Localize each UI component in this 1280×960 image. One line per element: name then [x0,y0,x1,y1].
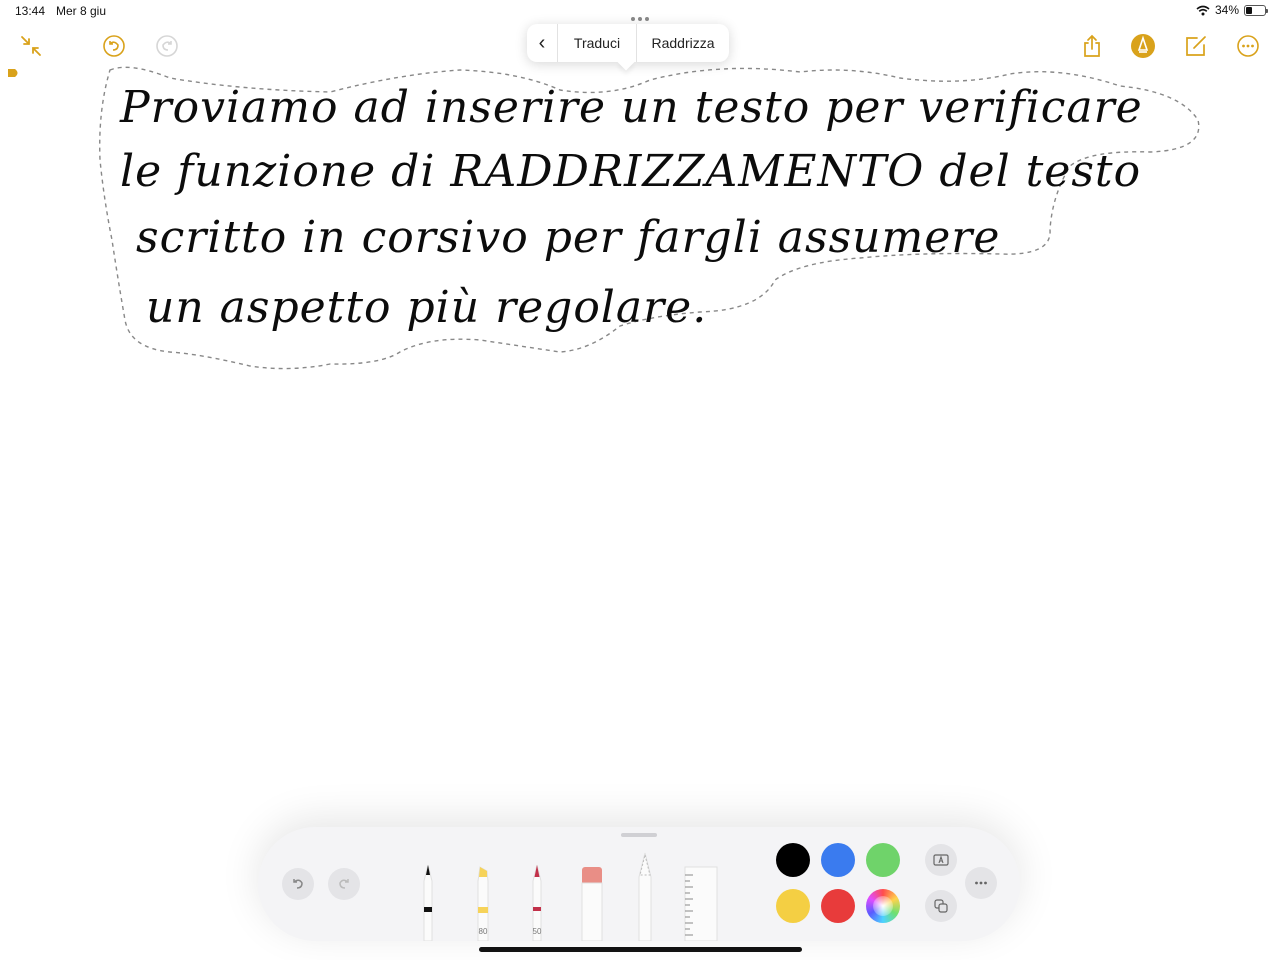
palette-more-button[interactable] [965,867,997,899]
handwriting-line-2[interactable]: le funzione di RADDRIZZAMENTO del testo [120,146,1141,197]
handwriting-line-1[interactable]: Proviamo ad inserire un testo per verifi… [120,82,1143,133]
shapes-button[interactable] [925,890,957,922]
shapes-icon [934,899,948,913]
color-blue-swatch[interactable] [821,843,855,877]
handwriting-line-3[interactable]: scritto in corsivo per fargli assumere [136,212,1000,263]
ellipsis-icon [975,881,987,885]
handwriting-line-4[interactable]: un aspetto più regolare. [146,282,707,333]
translate-button[interactable]: Traduci [557,24,636,62]
home-indicator[interactable] [479,947,802,952]
eraser-tool[interactable] [580,861,604,941]
straighten-button[interactable]: Raddrizza [636,24,729,62]
highlighter-opacity-label: 80 [478,927,488,936]
ruler-tool[interactable] [683,865,719,941]
palette-grabber[interactable] [621,833,657,837]
text-box-button[interactable] [925,844,957,876]
color-wheel-center [873,896,893,916]
lasso-tool[interactable] [633,851,657,941]
pen-tool[interactable] [416,861,440,941]
color-yellow-swatch[interactable] [776,889,810,923]
redo-icon [339,879,349,889]
palette-redo-button[interactable] [328,868,360,900]
color-green-swatch[interactable] [866,843,900,877]
color-red-swatch[interactable] [821,889,855,923]
crayon-opacity-label: 50 [532,927,542,936]
text-box-icon [933,854,949,866]
palette-undo-button[interactable] [282,868,314,900]
tool-palette: 80 50 [258,827,1020,941]
chevron-left-icon: ‹ [538,32,546,54]
context-menu-back-button[interactable]: ‹ [527,24,557,62]
color-black-swatch[interactable] [776,843,810,877]
color-picker-wheel-icon[interactable] [866,889,900,923]
context-menu: ‹ Traduci Raddrizza [527,24,729,62]
undo-icon [293,879,303,889]
